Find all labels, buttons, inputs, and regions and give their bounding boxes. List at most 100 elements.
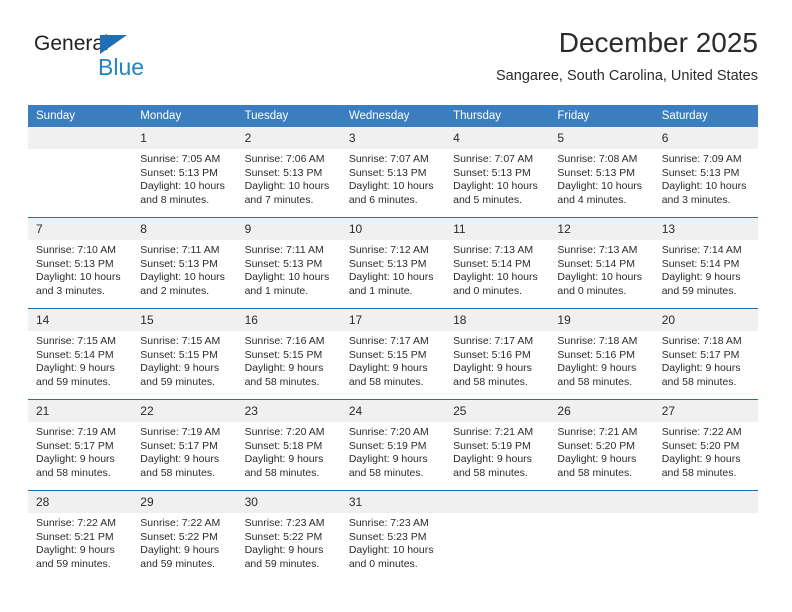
title-block: December 2025 Sangaree, South Carolina, … <box>496 26 758 86</box>
calendar-day-cell[interactable]: 5 Sunrise: 7:08 AM Sunset: 5:13 PM Daylight… <box>549 127 654 218</box>
calendar-day-cell[interactable]: 24 Sunrise: 7:20 AM Sunset: 5:19 PM Dayligh… <box>340 399 446 491</box>
daylight-text: Daylight: 9 hours and 59 minutes. <box>36 362 115 388</box>
daylight-text: Daylight: 9 hours and 58 minutes. <box>348 362 428 388</box>
calendar-day-cell[interactable]: 2 Sunrise: 7:06 AM Sunset: 5:13 PM Daylight… <box>236 127 341 218</box>
calendar-day-cell[interactable]: 22 Sunrise: 7:19 AM Sunset: 5:17 PM Dayligh… <box>132 399 237 491</box>
calendar-day-cell[interactable]: 27 Sunrise: 7:22 AM Sunset: 5:20 PM Dayligh… <box>653 399 758 491</box>
calendar-body: 1 Sunrise: 7:05 AM Sunset: 5:13 PM Daylight… <box>28 127 758 581</box>
sunrise-text: Sunrise: 7:18 AM <box>661 335 742 347</box>
daylight-text: Daylight: 10 hours and 0 minutes. <box>348 544 434 570</box>
sunset-text: Sunset: 5:13 PM <box>348 166 427 179</box>
calendar-day-cell[interactable]: 21 Sunrise: 7:19 AM Sunset: 5:17 PM Dayligh… <box>28 399 133 491</box>
calendar-day-cell[interactable]: 10 Sunrise: 7:12 AM Sunset: 5:13 PM Dayligh… <box>340 217 446 309</box>
day-number: 11 <box>445 218 550 240</box>
sunrise-text: Sunrise: 7:05 AM <box>140 153 221 165</box>
calendar-day-cell[interactable]: 19 Sunrise: 7:18 AM Sunset: 5:16 PM Dayligh… <box>549 308 654 400</box>
day-details: Sunrise: 7:11 AM Sunset: 5:13 PM Daylight:… <box>132 240 236 298</box>
daylight-text: Daylight: 10 hours and 3 minutes. <box>36 271 121 297</box>
daylight-text: Daylight: 9 hours and 58 minutes. <box>140 453 220 479</box>
daylight-text: Daylight: 9 hours and 58 minutes. <box>453 453 532 479</box>
calendar-day-cell[interactable]: 31 Sunrise: 7:23 AM Sunset: 5:23 PM Dayligh… <box>340 490 446 581</box>
calendar-day-cell[interactable]: 12 Sunrise: 7:13 AM Sunset: 5:14 PM Dayligh… <box>549 217 654 309</box>
sunset-text: Sunset: 5:14 PM <box>557 257 636 270</box>
calendar-day-cell[interactable]: 20 Sunrise: 7:18 AM Sunset: 5:17 PM Dayligh… <box>653 308 758 400</box>
daylight-text: Daylight: 10 hours and 6 minutes. <box>348 180 434 206</box>
calendar-day-cell-empty <box>549 490 654 581</box>
calendar-day-cell[interactable]: 3 Sunrise: 7:07 AM Sunset: 5:13 PM Daylight… <box>340 127 446 218</box>
sunrise-text: Sunrise: 7:16 AM <box>244 335 325 347</box>
day-number: 18 <box>445 309 550 331</box>
day-details: Sunrise: 7:20 AM Sunset: 5:18 PM Daylight:… <box>237 422 341 480</box>
day-number <box>549 491 654 513</box>
calendar-day-cell[interactable]: 26 Sunrise: 7:21 AM Sunset: 5:20 PM Dayligh… <box>549 399 654 491</box>
daylight-text: Daylight: 10 hours and 2 minutes. <box>140 271 225 297</box>
day-number: 26 <box>549 400 654 422</box>
calendar-day-cell[interactable]: 30 Sunrise: 7:23 AM Sunset: 5:22 PM Dayligh… <box>236 490 341 581</box>
calendar-day-cell[interactable]: 1 Sunrise: 7:05 AM Sunset: 5:13 PM Daylight… <box>132 127 237 218</box>
day-number: 29 <box>132 491 237 513</box>
calendar-day-cell[interactable]: 23 Sunrise: 7:20 AM Sunset: 5:18 PM Dayligh… <box>236 399 341 491</box>
sunrise-text: Sunrise: 7:19 AM <box>140 426 221 438</box>
sunset-text: Sunset: 5:13 PM <box>348 257 427 270</box>
sunrise-text: Sunrise: 7:14 AM <box>661 244 742 256</box>
sunrise-text: Sunrise: 7:13 AM <box>453 244 534 256</box>
calendar-day-cell[interactable]: 15 Sunrise: 7:15 AM Sunset: 5:15 PM Dayligh… <box>132 308 237 400</box>
day-details: Sunrise: 7:22 AM Sunset: 5:20 PM Daylight:… <box>654 422 758 480</box>
sunset-text: Sunset: 5:16 PM <box>453 348 531 361</box>
calendar-day-cell[interactable]: 28 Sunrise: 7:22 AM Sunset: 5:21 PM Dayligh… <box>28 490 133 581</box>
day-details: Sunrise: 7:17 AM Sunset: 5:16 PM Daylight:… <box>445 331 549 389</box>
sunset-text: Sunset: 5:22 PM <box>244 530 323 543</box>
calendar-day-cell-empty <box>28 127 133 218</box>
daylight-text: Daylight: 10 hours and 1 minute. <box>348 271 434 297</box>
daylight-text: Daylight: 9 hours and 59 minutes. <box>36 544 115 570</box>
sunset-text: Sunset: 5:17 PM <box>661 348 740 361</box>
daylight-text: Daylight: 9 hours and 59 minutes. <box>140 544 220 570</box>
sunset-text: Sunset: 5:14 PM <box>453 257 531 270</box>
sunrise-text: Sunrise: 7:06 AM <box>244 153 325 165</box>
weekday-header-row: Sunday Monday Tuesday Wednesday Thursday Frid… <box>28 105 758 127</box>
daylight-text: Daylight: 10 hours and 8 minutes. <box>140 180 225 206</box>
calendar-day-cell[interactable]: 8 Sunrise: 7:11 AM Sunset: 5:13 PM Daylight… <box>132 217 237 309</box>
weekday-header-wednesday: Wednesday <box>340 105 446 127</box>
calendar-day-cell[interactable]: 6 Sunrise: 7:09 AM Sunset: 5:13 PM Daylight… <box>653 127 758 218</box>
sunrise-text: Sunrise: 7:21 AM <box>557 426 638 438</box>
sunrise-text: Sunrise: 7:19 AM <box>36 426 116 438</box>
day-number: 24 <box>340 400 446 422</box>
calendar-day-cell[interactable]: 16 Sunrise: 7:16 AM Sunset: 5:15 PM Dayligh… <box>236 308 341 400</box>
calendar-table: Sunday Monday Tuesday Wednesday Thursday Frid… <box>28 105 758 581</box>
logo-triangle-icon <box>100 35 127 54</box>
sunrise-text: Sunrise: 7:11 AM <box>244 244 324 256</box>
sunrise-text: Sunrise: 7:22 AM <box>661 426 742 438</box>
calendar-day-cell[interactable]: 13 Sunrise: 7:14 AM Sunset: 5:14 PM Dayligh… <box>653 217 758 309</box>
calendar-day-cell[interactable]: 9 Sunrise: 7:11 AM Sunset: 5:13 PM Daylight… <box>236 217 341 309</box>
calendar-day-cell[interactable]: 18 Sunrise: 7:17 AM Sunset: 5:16 PM Dayligh… <box>445 308 550 400</box>
calendar-header-row: Sunday Monday Tuesday Wednesday Thursday Frid… <box>28 105 758 127</box>
sunset-text: Sunset: 5:13 PM <box>557 166 636 179</box>
calendar-day-cell[interactable]: 7 Sunrise: 7:10 AM Sunset: 5:13 PM Daylight… <box>28 217 133 309</box>
day-details: Sunrise: 7:21 AM Sunset: 5:19 PM Daylight:… <box>445 422 549 480</box>
page-header: General Blue December 2025 Sangaree, Sou… <box>28 26 758 100</box>
day-details: Sunrise: 7:15 AM Sunset: 5:15 PM Daylight:… <box>132 331 236 389</box>
calendar-day-cell[interactable]: 11 Sunrise: 7:13 AM Sunset: 5:14 PM Dayligh… <box>445 217 550 309</box>
day-number: 6 <box>653 127 758 149</box>
calendar-day-cell[interactable]: 25 Sunrise: 7:21 AM Sunset: 5:19 PM Dayligh… <box>445 399 550 491</box>
day-number: 20 <box>653 309 758 331</box>
sunset-text: Sunset: 5:20 PM <box>661 439 740 452</box>
weekday-header-monday: Monday <box>132 105 237 127</box>
sunrise-text: Sunrise: 7:18 AM <box>557 335 638 347</box>
sunrise-text: Sunrise: 7:07 AM <box>453 153 534 165</box>
calendar-day-cell[interactable]: 14 Sunrise: 7:15 AM Sunset: 5:14 PM Dayligh… <box>28 308 133 400</box>
calendar-week-row: 28 Sunrise: 7:22 AM Sunset: 5:21 PM Dayligh… <box>28 490 758 581</box>
calendar-day-cell[interactable]: 4 Sunrise: 7:07 AM Sunset: 5:13 PM Daylight… <box>445 127 550 218</box>
general-blue-logo[interactable]: General Blue <box>34 32 214 86</box>
location-subtitle: Sangaree, South Carolina, United States <box>496 68 758 84</box>
calendar-week-row: 7 Sunrise: 7:10 AM Sunset: 5:13 PM Daylight… <box>28 217 758 309</box>
day-details: Sunrise: 7:22 AM Sunset: 5:21 PM Daylight:… <box>28 513 132 571</box>
calendar-week-row: 21 Sunrise: 7:19 AM Sunset: 5:17 PM Dayligh… <box>28 399 758 491</box>
calendar-day-cell[interactable]: 29 Sunrise: 7:22 AM Sunset: 5:22 PM Dayligh… <box>132 490 237 581</box>
calendar-day-cell[interactable]: 17 Sunrise: 7:17 AM Sunset: 5:15 PM Dayligh… <box>340 308 446 400</box>
daylight-text: Daylight: 9 hours and 59 minutes. <box>140 362 220 388</box>
daylight-text: Daylight: 10 hours and 4 minutes. <box>557 180 643 206</box>
sunset-text: Sunset: 5:13 PM <box>661 166 740 179</box>
sunset-text: Sunset: 5:13 PM <box>36 257 114 270</box>
